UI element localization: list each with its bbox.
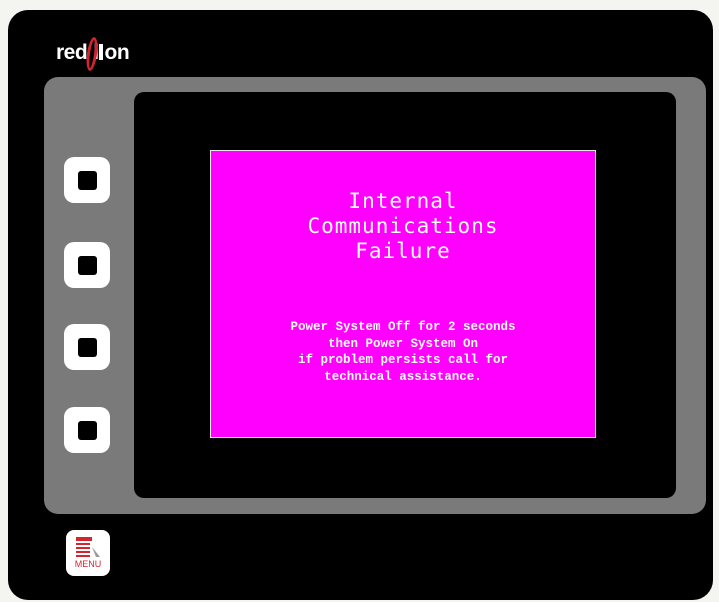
red-lion-logo: red l on: [56, 36, 130, 72]
softkey-3[interactable]: [64, 324, 110, 370]
square-key-icon: [77, 420, 97, 440]
alarm-instructions: Power System Off for 2 seconds then Powe…: [211, 319, 595, 385]
square-key-icon: [77, 255, 97, 275]
display-bezel: Internal Communications Failure Power Sy…: [44, 77, 706, 514]
softkey-1[interactable]: [64, 157, 110, 203]
alarm-title-line: Internal: [348, 189, 458, 213]
alarm-instruction-line: if problem persists call for: [297, 353, 509, 367]
logo-letters-on: on: [104, 41, 130, 64]
alarm-title-line: Failure: [355, 239, 451, 263]
softkey-2[interactable]: [64, 242, 110, 288]
hmi-device: red l on Internal Communications Failure …: [8, 10, 713, 600]
alarm-title-line: Communications: [307, 214, 499, 238]
square-key-icon: [77, 337, 97, 357]
alarm-instruction-line: Power System Off for 2 seconds: [290, 320, 516, 334]
alarm-title: Internal Communications Failure: [211, 189, 595, 264]
logo-word-lion: l on: [84, 36, 130, 72]
menu-list-icon: [76, 537, 100, 557]
logo-word-red: red: [56, 41, 88, 64]
softkey-4[interactable]: [64, 407, 110, 453]
menu-button-label: MENU: [74, 559, 102, 569]
alarm-instruction-line: technical assistance.: [324, 369, 482, 384]
logo-letter-i-bar: [98, 44, 103, 60]
alarm-instruction-line: then Power System On: [327, 336, 479, 351]
display-screen: Internal Communications Failure Power Sy…: [134, 92, 676, 498]
menu-button[interactable]: MENU: [66, 530, 110, 576]
alarm-panel: Internal Communications Failure Power Sy…: [210, 150, 596, 438]
square-key-icon: [77, 170, 97, 190]
